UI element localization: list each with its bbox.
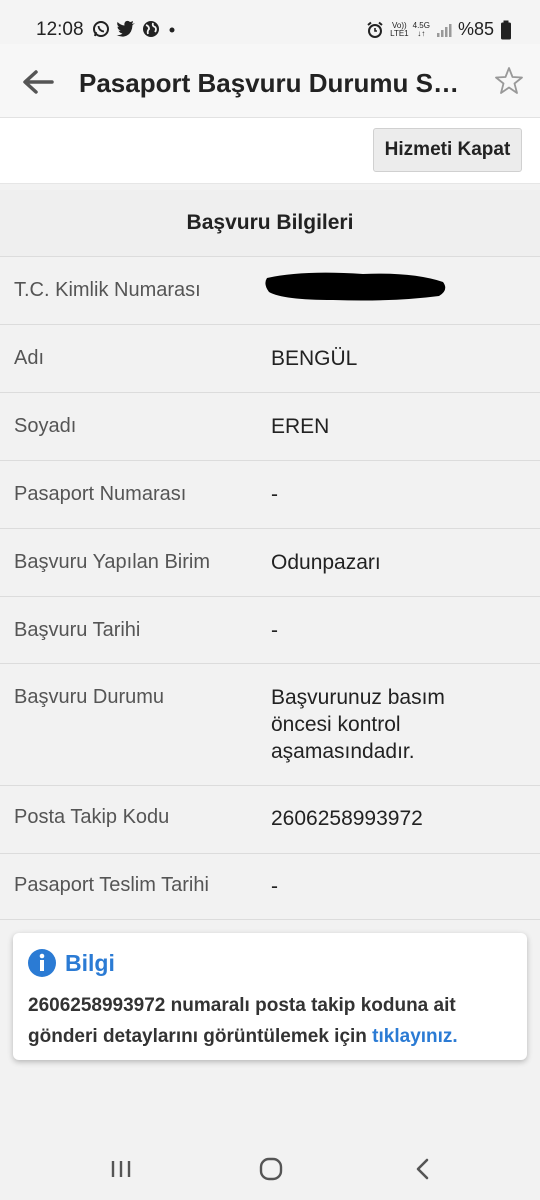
row-label: Pasaport Teslim Tarihi	[14, 874, 209, 896]
status-bar: 12:08 Vo)) LTE1 4.5G ↓↑ %85	[0, 0, 540, 44]
table-row-pasaport-numarasi: Pasaport Numarası -	[0, 460, 540, 528]
whatsapp-icon	[93, 21, 109, 37]
info-box: Bilgi 2606258993972 numaralı posta takip…	[13, 933, 527, 1060]
row-label: Pasaport Numarası	[14, 483, 187, 505]
table-row-basvuru-birim: Başvuru Yapılan Birim Odunpazarı	[0, 528, 540, 596]
row-label: Başvuru Tarihi	[14, 619, 141, 641]
battery-percent: %85	[457, 19, 494, 39]
tracking-link[interactable]: tıklayınız.	[372, 1026, 458, 1047]
row-label: Posta Takip Kodu	[14, 806, 170, 828]
row-value: BENGÜL	[271, 347, 358, 370]
row-label: Soyadı	[14, 415, 77, 437]
app-bar: Pasaport Başvuru Durumu Sorgulama	[0, 44, 540, 118]
row-label: Başvuru Durumu	[14, 686, 165, 708]
signal-icon	[436, 23, 452, 37]
page-title: Pasaport Başvuru Durumu Sorgulama	[79, 68, 474, 98]
battery-icon	[501, 20, 511, 39]
system-nav-bar	[0, 1136, 540, 1200]
row-value: Başvurunuz basım öncesi kontrol aşamasın…	[271, 686, 445, 763]
row-value: -	[271, 483, 278, 506]
info-heading: Bilgi	[65, 950, 115, 976]
status-right-icons: Vo)) LTE1 4.5G ↓↑ %85	[366, 19, 512, 40]
row-value: EREN	[271, 415, 330, 438]
globe-icon	[143, 21, 159, 37]
row-label: T.C. Kimlik Numarası	[14, 279, 201, 301]
twitter-icon	[116, 20, 135, 37]
info-text: 2606258993972 numaralı posta takip kodun…	[28, 990, 518, 1052]
table-row-basvuru-tarihi: Başvuru Tarihi -	[0, 596, 540, 663]
table-row-basvuru-durumu: Başvuru Durumu Başvurunuz basım öncesi k…	[0, 663, 540, 785]
status-time: 12:08	[36, 19, 84, 40]
lte-label: LTE1	[390, 28, 409, 38]
application-info-table: T.C. Kimlik Numarası Adı BENGÜL Soyadı E…	[0, 256, 540, 920]
dot-icon	[169, 27, 175, 33]
data-arrows: ↓↑	[417, 28, 426, 38]
row-value: -	[271, 875, 278, 898]
table-row-posta-takip: Posta Takip Kodu 2606258993972	[0, 785, 540, 853]
row-value: Odunpazarı	[271, 551, 381, 574]
table-row-adi: Adı BENGÜL	[0, 324, 540, 392]
back-icon[interactable]	[408, 1154, 438, 1184]
row-value: -	[271, 619, 278, 642]
row-label: Başvuru Yapılan Birim	[14, 551, 211, 573]
redaction-mark	[265, 272, 446, 301]
back-arrow-icon[interactable]	[20, 64, 56, 100]
table-row-teslim-tarihi: Pasaport Teslim Tarihi -	[0, 853, 540, 920]
row-value: 2606258993972	[271, 807, 423, 830]
table-row-soyadi: Soyadı EREN	[0, 392, 540, 460]
recents-icon[interactable]	[106, 1154, 136, 1184]
star-icon[interactable]	[494, 66, 524, 96]
status-left-icons	[92, 20, 178, 38]
info-icon	[28, 949, 56, 977]
row-label: Adı	[14, 347, 45, 369]
network-indicator: Vo)) LTE1 4.5G ↓↑	[390, 21, 430, 38]
action-bar: Hizmeti Kapat	[0, 118, 540, 184]
alarm-icon	[367, 21, 383, 38]
home-icon[interactable]	[256, 1154, 286, 1184]
close-service-button[interactable]: Hizmeti Kapat	[373, 128, 522, 172]
section-title: Başvuru Bilgileri	[0, 190, 540, 256]
